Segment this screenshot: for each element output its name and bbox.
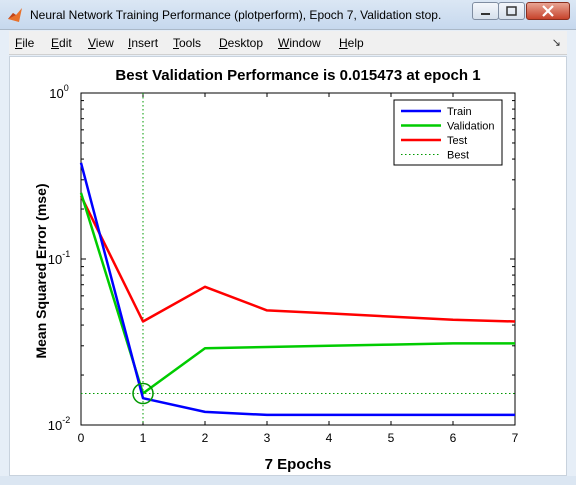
minimize-icon — [481, 13, 490, 15]
x-axis-label: 7 Epochs — [265, 456, 332, 473]
legend-label-train: Train — [447, 106, 472, 118]
y-tick-label: 10-1 — [48, 249, 70, 267]
legend-label-test: Test — [447, 135, 467, 147]
close-button[interactable] — [526, 2, 570, 20]
x-tick-label: 2 — [202, 431, 209, 445]
y-axis-label: Mean Squared Error (mse) — [33, 183, 49, 358]
chart-title: Best Validation Performance is 0.015473 … — [115, 67, 480, 84]
menu-file[interactable]: File — [15, 36, 34, 50]
menu-desktop[interactable]: Desktop — [219, 36, 263, 50]
x-tick-label: 1 — [140, 431, 147, 445]
y-tick-label: 100 — [49, 83, 68, 101]
figure-area: Best Validation Performance is 0.015473 … — [9, 56, 567, 476]
performance-plot: Best Validation Performance is 0.015473 … — [33, 67, 519, 473]
x-tick-label: 5 — [388, 431, 395, 445]
x-tick-label: 7 — [512, 431, 519, 445]
legend-label-validation: Validation — [447, 121, 495, 133]
menu-insert[interactable]: Insert — [128, 36, 158, 50]
y-tick-label: 10-2 — [48, 415, 70, 433]
matlab-icon — [8, 8, 22, 22]
menu-edit[interactable]: Edit — [51, 36, 72, 50]
window-title-bar: Neural Network Training Performance (plo… — [0, 0, 576, 30]
x-tick-label: 4 — [326, 431, 333, 445]
maximize-icon — [506, 6, 517, 16]
minimize-button[interactable] — [472, 2, 499, 20]
menu-help[interactable]: Help — [339, 36, 364, 50]
x-tick-label: 0 — [78, 431, 85, 445]
menu-view[interactable]: View — [88, 36, 114, 50]
menu-window[interactable]: Window — [278, 36, 321, 50]
x-tick-label: 3 — [264, 431, 271, 445]
window-title: Neural Network Training Performance (plo… — [30, 8, 442, 22]
window-bottom-border — [0, 476, 576, 485]
dock-arrow-icon[interactable]: ↘ — [552, 36, 561, 49]
close-icon — [542, 5, 554, 17]
menu-tools[interactable]: Tools — [173, 36, 201, 50]
x-tick-label: 6 — [450, 431, 457, 445]
menu-bar: File Edit View Insert Tools Desktop Wind… — [9, 31, 567, 55]
maximize-button[interactable] — [498, 2, 525, 20]
legend-label-best: Best — [447, 150, 469, 162]
